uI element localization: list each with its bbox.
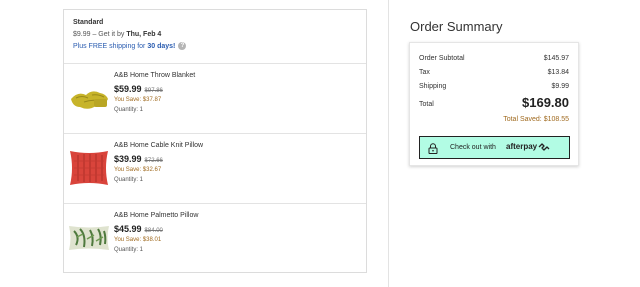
- item-info: A&B Home Cable Knit Pillow $39.99 $72.66…: [114, 142, 203, 183]
- item-info: A&B Home Throw Blanket $59.99 $97.86 You…: [114, 72, 195, 113]
- subtotal-value: $145.97: [543, 55, 569, 62]
- item-quantity: Quantity: 1: [114, 177, 144, 183]
- free-shipping-text: Plus FREE shipping for: [73, 42, 146, 50]
- shipping-cost-line: $9.99 – Get it by Thu, Feb 4: [73, 31, 366, 38]
- shipping-label: Shipping: [419, 83, 447, 90]
- shipping-option: Standard $9.99 – Get it by Thu, Feb 4 Pl…: [64, 10, 366, 64]
- item-price: $39.99: [114, 154, 142, 164]
- knit-pillow-thumbnail[interactable]: [68, 147, 110, 189]
- item-quantity: Quantity: 1: [114, 107, 144, 113]
- afterpay-button-label: Check out with: [450, 144, 496, 151]
- price-row: $59.99 $97.86: [114, 84, 195, 94]
- item-name[interactable]: A&B Home Palmetto Pillow: [114, 212, 198, 219]
- item-savings: You Save: $37.87: [114, 97, 162, 103]
- throw-blanket-thumbnail[interactable]: [68, 77, 110, 119]
- shipping-row: Shipping $9.99: [419, 83, 569, 90]
- help-icon[interactable]: ?: [178, 42, 187, 50]
- free-shipping-line: Plus FREE shipping for 30 days! ?: [73, 42, 366, 50]
- item-price: $45.99: [114, 224, 142, 234]
- cart-item: A&B Home Palmetto Pillow $45.99 $84.00 Y…: [64, 204, 366, 274]
- afterpay-brand: afterpay: [506, 142, 538, 151]
- cart-item: A&B Home Throw Blanket $59.99 $97.86 You…: [64, 64, 366, 134]
- total-label: Total: [419, 101, 434, 108]
- tax-row: Tax $13.84: [419, 69, 569, 76]
- cart-item: A&B Home Cable Knit Pillow $39.99 $72.66…: [64, 134, 366, 204]
- total-saved: Total Saved: $108.55: [503, 116, 569, 123]
- total-value: $169.80: [522, 95, 569, 110]
- item-price: $59.99: [114, 84, 142, 94]
- afterpay-checkout-button[interactable]: Check out with afterpay: [419, 136, 570, 159]
- item-quantity: Quantity: 1: [114, 247, 144, 253]
- item-info: A&B Home Palmetto Pillow $45.99 $84.00 Y…: [114, 212, 198, 253]
- tax-value: $13.84: [547, 69, 569, 76]
- total-row: Total $169.80: [419, 95, 569, 110]
- order-summary-card: Order Subtotal $145.97 Tax $13.84 Shippi…: [409, 42, 579, 166]
- subtotal-row: Order Subtotal $145.97: [419, 55, 569, 62]
- subtotal-label: Order Subtotal: [419, 55, 465, 62]
- item-name[interactable]: A&B Home Throw Blanket: [114, 72, 195, 79]
- delivery-date: Thu, Feb 4: [126, 31, 162, 38]
- palmetto-pillow-thumbnail[interactable]: [68, 217, 110, 259]
- item-original-price: $84.00: [144, 228, 163, 234]
- column-divider: [388, 0, 389, 287]
- shipping-method: Standard: [73, 19, 104, 26]
- free-shipping-days: 30 days!: [147, 42, 176, 50]
- item-savings: You Save: $32.67: [114, 167, 162, 173]
- item-savings: You Save: $38.01: [114, 237, 162, 243]
- item-original-price: $72.66: [144, 158, 163, 164]
- item-original-price: $97.86: [144, 88, 163, 94]
- shipping-cost: $9.99 – Get it by: [73, 31, 125, 38]
- order-summary-title: Order Summary: [410, 19, 503, 34]
- price-row: $39.99 $72.66: [114, 154, 203, 164]
- item-name[interactable]: A&B Home Cable Knit Pillow: [114, 142, 203, 149]
- lock-icon: [428, 143, 438, 154]
- price-row: $45.99 $84.00: [114, 224, 198, 234]
- cart-items-panel: Standard $9.99 – Get it by Thu, Feb 4 Pl…: [63, 9, 367, 273]
- shipping-value: $9.99: [551, 83, 569, 90]
- afterpay-arrows-icon: [538, 142, 550, 151]
- afterpay-logo: afterpay: [506, 142, 550, 151]
- tax-label: Tax: [419, 69, 430, 76]
